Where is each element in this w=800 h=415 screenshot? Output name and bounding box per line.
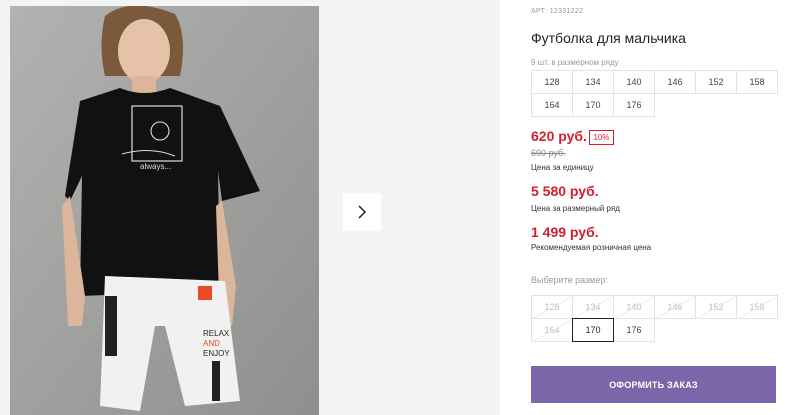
rrp-note: Рекомендуемая розничная цена: [531, 243, 652, 252]
discount-badge: 10%: [589, 130, 614, 145]
size-option-170[interactable]: 170: [572, 318, 614, 342]
crossed-out-icon: [532, 296, 573, 319]
size-row-cell: 146: [654, 70, 696, 94]
crossed-out-icon: [655, 296, 696, 319]
size-option-unavailable: 158: [736, 295, 778, 319]
tshirt-print-text: always...: [140, 162, 171, 171]
size-option-unavailable: 134: [572, 295, 614, 319]
product-photo: always... RELAX AND ENJOY: [10, 6, 319, 415]
product-gallery: always... RELAX AND ENJOY: [0, 0, 500, 415]
old-price: 690 руб.: [531, 148, 566, 158]
size-option-176[interactable]: 176: [613, 318, 655, 342]
lot-price: 5 580 руб.: [531, 183, 599, 199]
shorts-print-enjoy: ENJOY: [203, 349, 230, 358]
size-row-cell: 158: [736, 70, 778, 94]
size-row-cell: 152: [695, 70, 737, 94]
size-row-cell: 170: [572, 93, 614, 117]
size-option-unavailable: 128: [531, 295, 573, 319]
size-row-note: 9 шт. в размерном ряду: [531, 58, 619, 67]
article-number: АРТ: 12331222: [531, 8, 584, 15]
crossed-out-icon: [696, 296, 737, 319]
size-option-unavailable: 140: [613, 295, 655, 319]
lot-price-note: Цена за размерный ряд: [531, 204, 620, 213]
place-order-button[interactable]: ОФОРМИТЬ ЗАКАЗ: [531, 366, 776, 403]
size-picker-label: Выберите размер:: [531, 275, 608, 285]
crossed-out-icon: [614, 296, 655, 319]
shorts-print-and: AND: [203, 339, 220, 348]
size-row-cell: 176: [613, 93, 655, 117]
size-row-cell: 140: [613, 70, 655, 94]
size-row-cell: 128: [531, 70, 573, 94]
size-option-unavailable: 164: [531, 318, 573, 342]
product-title: Футболка для мальчика: [531, 30, 686, 46]
size-row-grid: 128 134 140 146 152 158 164 170 176: [531, 70, 778, 117]
size-option-unavailable: 146: [654, 295, 696, 319]
next-image-button[interactable]: [343, 193, 381, 231]
crossed-out-icon: [737, 296, 778, 319]
rrp-price: 1 499 руб.: [531, 224, 599, 240]
crossed-out-icon: [532, 319, 573, 342]
boy-photo-illustration: always... RELAX AND ENJOY: [10, 6, 319, 415]
size-row-cell: 134: [572, 70, 614, 94]
unit-price: 620 руб.: [531, 128, 587, 144]
crossed-out-icon: [573, 296, 614, 319]
size-option-unavailable: 152: [695, 295, 737, 319]
chevron-right-icon: [358, 205, 367, 219]
size-row-cell: 164: [531, 93, 573, 117]
shorts-print-relax: RELAX: [203, 329, 230, 338]
unit-price-note: Цена за единицу: [531, 163, 594, 172]
size-picker: 128 134 140 146 152 158 164 170 176: [531, 295, 778, 342]
